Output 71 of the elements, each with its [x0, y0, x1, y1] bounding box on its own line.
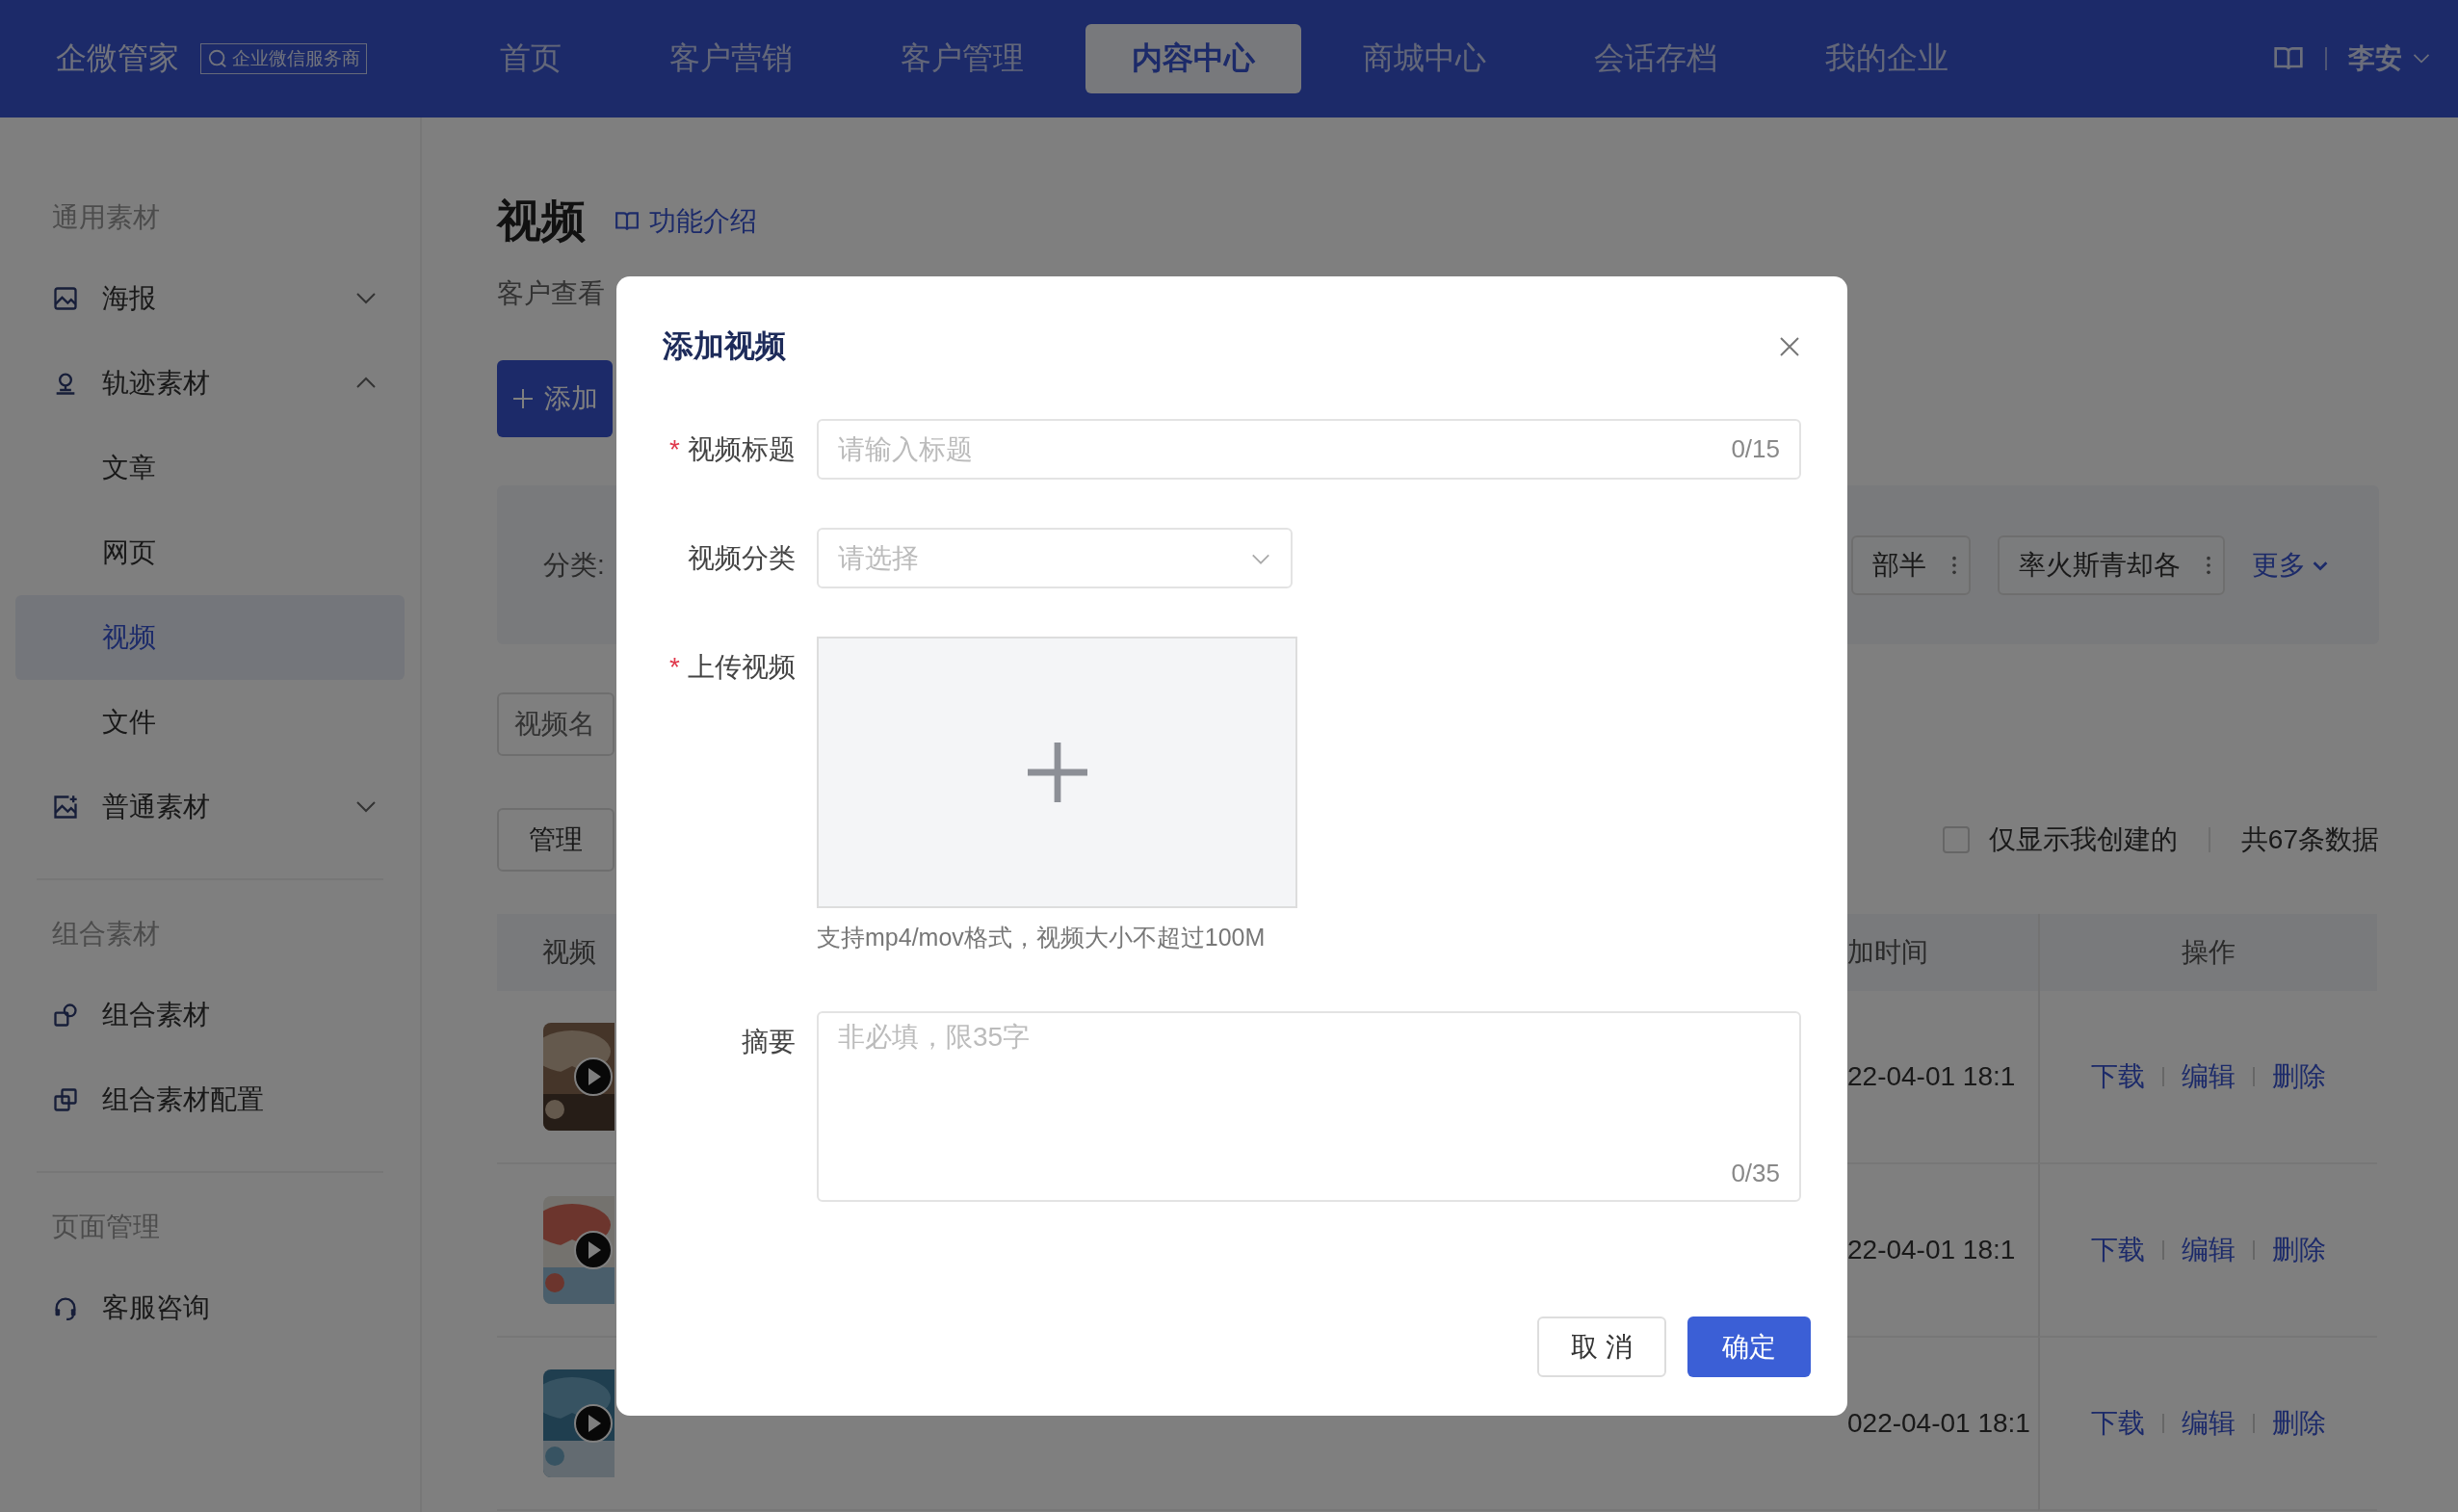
required-mark: * — [669, 433, 680, 465]
nav-tab[interactable]: 首页 — [454, 24, 608, 93]
sidebar-item[interactable]: 轨迹素材 — [15, 341, 405, 426]
column-header: 加时间 — [1847, 914, 2038, 991]
action-link[interactable]: 下载 — [2091, 1058, 2145, 1095]
action-link[interactable]: 删除 — [2272, 1058, 2326, 1095]
sidebar-subitem[interactable]: 视频 — [15, 595, 405, 680]
sidebar-item[interactable]: 组合素材配置 — [15, 1057, 405, 1142]
confirm-button[interactable]: 确定 — [1687, 1316, 1811, 1377]
action-link[interactable]: 编辑 — [2182, 1058, 2236, 1095]
action-link[interactable]: 编辑 — [2182, 1405, 2236, 1442]
cancel-button[interactable]: 取 消 — [1537, 1316, 1666, 1377]
play-icon — [574, 1057, 613, 1096]
required-mark: * — [669, 651, 680, 683]
character-counter: 0/35 — [1731, 1159, 1780, 1188]
summary-textarea[interactable]: 非必填，限35字 0/35 — [817, 1011, 1801, 1202]
logo: 企微管家 — [56, 39, 179, 77]
category-tag[interactable]: 率火斯青却各 — [1998, 534, 2225, 595]
plus-icon — [511, 387, 535, 410]
nav-tab[interactable]: 内容中心 — [1085, 24, 1301, 93]
nav-tab[interactable]: 客户营销 — [623, 24, 839, 93]
field-label: * 上传视频 — [668, 650, 797, 685]
upload-hint: 支持mp4/mov格式，视频大小不超过100M — [817, 923, 1267, 952]
filter-label: 分类: — [543, 548, 605, 582]
sidebar-subitem[interactable]: 网页 — [15, 510, 405, 595]
column-header: 操作 — [2038, 914, 2377, 991]
manage-button[interactable]: 管理 — [497, 808, 614, 872]
image-add-icon — [52, 794, 79, 821]
sidebar-item[interactable]: 客服咨询 — [15, 1265, 405, 1350]
more-vertical-icon — [2206, 554, 2211, 576]
search-field[interactable]: 视频名 — [497, 692, 614, 756]
help-link[interactable]: 功能介绍 — [614, 203, 757, 240]
nav-tab[interactable]: 我的企业 — [1779, 24, 1995, 93]
copy-icon — [52, 1086, 79, 1113]
play-icon — [574, 1231, 613, 1269]
checkbox-label: 仅显示我创建的 — [1988, 823, 2178, 856]
sidebar-subitem[interactable]: 文章 — [15, 426, 405, 510]
sidebar-item[interactable]: 普通素材 — [15, 765, 405, 849]
add-button[interactable]: 添加 — [497, 360, 613, 437]
total-count: 共67条数据 — [2240, 823, 2379, 856]
character-counter: 0/15 — [1731, 434, 1780, 464]
category-tag[interactable]: 部半 — [1851, 534, 1971, 595]
sidebar-item[interactable]: 组合素材 — [15, 973, 405, 1057]
page-title: 视频 — [497, 195, 586, 248]
nav-tab[interactable]: 客户管理 — [854, 24, 1070, 93]
sidebar-item[interactable]: 海报 — [15, 256, 405, 341]
sidebar-subitem[interactable]: 文件 — [15, 680, 405, 765]
page-description: 客户查看 — [497, 277, 606, 310]
title-input[interactable]: 请输入标题 0/15 — [817, 419, 1801, 480]
nav-tab[interactable]: 商城中心 — [1317, 24, 1532, 93]
action-link[interactable]: 编辑 — [2182, 1232, 2236, 1268]
field-label: 视频分类 — [687, 541, 797, 575]
play-icon — [574, 1404, 613, 1443]
user-name[interactable]: 李安 — [2348, 40, 2402, 77]
image-icon — [52, 285, 79, 312]
nav-tab[interactable]: 会话存档 — [1548, 24, 1764, 93]
action-link[interactable]: 删除 — [2272, 1405, 2326, 1442]
action-link[interactable]: 删除 — [2272, 1232, 2326, 1268]
badge-text: 企业微信服务商 — [232, 47, 360, 70]
more-link[interactable]: 更多 — [2252, 546, 2331, 584]
close-icon[interactable] — [1778, 335, 1801, 358]
action-link[interactable]: 下载 — [2091, 1232, 2145, 1268]
checkbox[interactable] — [1942, 826, 1970, 853]
field-label: * 视频标题 — [668, 432, 797, 467]
more-vertical-icon — [1951, 554, 1957, 576]
plus-icon — [1027, 743, 1087, 802]
field-label: 摘要 — [741, 1025, 797, 1058]
dialog-title: 添加视频 — [663, 327, 786, 365]
action-link[interactable]: 下载 — [2091, 1405, 2145, 1442]
category-select[interactable]: 请选择 — [817, 528, 1293, 588]
shapes-icon — [52, 1002, 79, 1029]
